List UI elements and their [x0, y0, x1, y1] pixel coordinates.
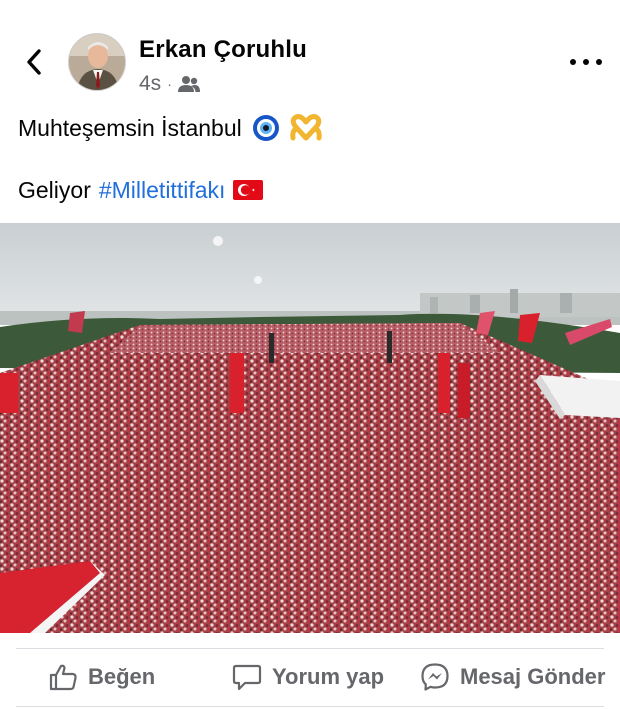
like-label: Beğen	[88, 664, 156, 689]
meta-separator: ·	[167, 76, 172, 92]
avatar[interactable]	[68, 33, 126, 91]
post-text-line1: Muhteşemsin İstanbul	[18, 112, 608, 144]
more-dot	[570, 59, 576, 65]
hashtag-link[interactable]: #Milletittifakı	[99, 174, 226, 206]
more-dot	[596, 59, 602, 65]
evil-eye-emoji-icon	[252, 115, 279, 141]
comment-button[interactable]: Yorum yap	[232, 660, 384, 694]
post-photo[interactable]	[0, 223, 620, 633]
post-text-prefix: Geliyor	[18, 177, 91, 203]
comment-label: Yorum yap	[272, 664, 385, 689]
actions-divider-bottom	[16, 706, 604, 707]
like-button[interactable]: Beğen	[48, 660, 155, 694]
more-options-button[interactable]	[570, 50, 602, 74]
thumbs-up-icon	[49, 664, 77, 691]
author-name[interactable]: Erkan Çoruhlu	[139, 36, 307, 64]
turkey-flag-emoji-icon	[233, 180, 264, 200]
heart-hands-emoji-icon	[290, 114, 322, 141]
comment-bubble-icon	[232, 664, 262, 691]
post-meta: 4s ·	[139, 72, 200, 96]
chevron-left-icon	[27, 49, 41, 75]
messenger-icon	[421, 663, 449, 691]
post-text-main: Muhteşemsin İstanbul	[18, 115, 242, 141]
post-actions-bar: Beğen Yorum yap Mesaj Gönder	[0, 648, 620, 706]
more-dot	[583, 59, 589, 65]
message-label: Mesaj Gönder	[460, 664, 606, 689]
timestamp[interactable]: 4s	[139, 72, 161, 96]
post-text: Muhteşemsin İstanbul Geliyor #Milletitti…	[18, 112, 608, 206]
rally-crowd-image	[0, 223, 620, 633]
post-header: Erkan Çoruhlu 4s ·	[0, 0, 620, 110]
post-text-line2: Geliyor #Milletittifakı	[18, 174, 608, 206]
send-message-button[interactable]: Mesaj Gönder	[420, 660, 605, 694]
friends-icon	[177, 76, 200, 92]
back-button[interactable]	[18, 46, 50, 78]
